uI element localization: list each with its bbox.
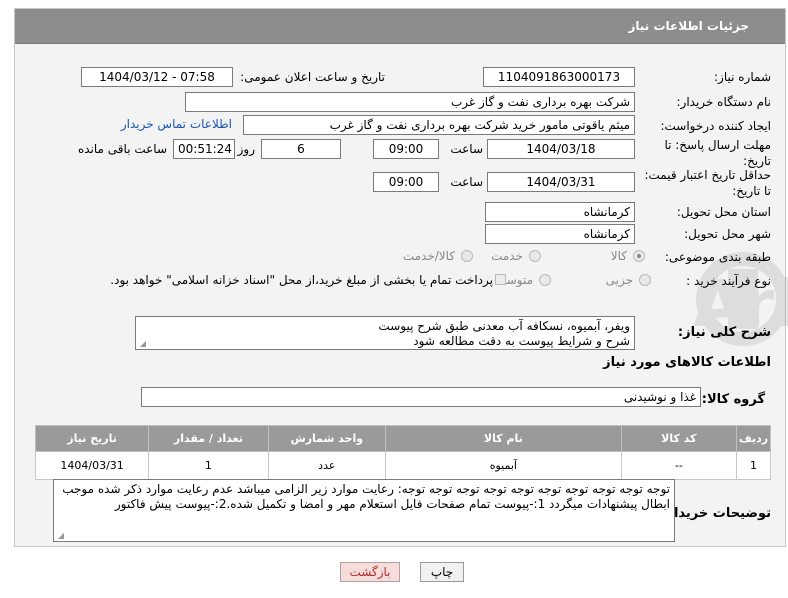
announce-datetime-field: 1404/03/12 - 07:58 (81, 67, 233, 87)
panel-title: جزئیات اطلاعات نیاز (628, 19, 749, 33)
cell-item-code: -- (620, 451, 737, 480)
goods-info-heading: اطلاعات کالاهای مورد نیاز (603, 355, 771, 370)
treasury-payment-checkbox[interactable] (495, 274, 506, 285)
need-number-label: شماره نیاز: (714, 70, 771, 84)
reply-time-label: ساعت (450, 142, 483, 156)
price-time-field: 09:00 (373, 172, 439, 192)
col-header-need-date: تاریخ نیاز (34, 425, 150, 452)
col-header-item-name: نام کالا (384, 425, 622, 452)
back-button[interactable]: بازگشت (340, 562, 400, 582)
buyer-notes-label: توضیحات خریدار: (661, 506, 771, 521)
buyer-notes-text: توجه توجه توجه توجه توجه توجه توجه توجه … (62, 482, 670, 511)
process-radio-minor[interactable] (639, 274, 651, 286)
goods-table-header-row: ردیف کد کالا نام کالا واحد شمارش تعداد /… (34, 425, 772, 452)
process-radio-medium[interactable] (539, 274, 551, 286)
goods-table: ردیف کد کالا نام کالا واحد شمارش تعداد /… (34, 425, 772, 480)
col-header-unit: واحد شمارش (267, 425, 386, 452)
reply-time-field: 09:00 (373, 139, 439, 159)
cell-unit: عدد (267, 451, 386, 480)
remaining-time-field: 00:51:24 (173, 139, 235, 159)
buyer-org-label: نام دستگاه خریدار: (676, 95, 772, 109)
requester-field: میثم یاقوتی مامور خرید شرکت بهره برداری … (243, 115, 635, 135)
resize-handle-icon[interactable]: ◢ (56, 532, 64, 540)
cell-need-date: 1404/03/31 (34, 451, 150, 480)
col-header-row-number: ردیف (735, 425, 772, 452)
category-option-goods: کالا (610, 249, 627, 263)
province-field: کرمانشاه (485, 202, 635, 222)
description-label: شرح کلی نیاز: (677, 325, 771, 340)
category-radio-service[interactable] (529, 250, 541, 262)
price-time-label: ساعت (450, 175, 483, 189)
requester-label: ایجاد کننده درخواست: (660, 119, 771, 133)
price-date-field: 1404/03/31 (487, 172, 635, 192)
print-button[interactable]: چاپ (420, 562, 464, 582)
need-details-panel: جزئیات اطلاعات نیاز AriaTender.neT شماره… (14, 8, 788, 547)
price-deadline-label-line1: حداقل تاریخ اعتبار قیمت: (644, 168, 771, 182)
col-header-quantity: تعداد / مقدار (148, 425, 269, 452)
category-radio-goods-service[interactable] (461, 250, 473, 262)
category-option-service: خدمت (491, 249, 523, 263)
price-deadline-label-line2: تا تاریخ: (732, 184, 771, 198)
cell-item-name: آبمیوه (384, 451, 622, 480)
table-row: 1 -- آبمیوه عدد 1 1404/03/31 (34, 451, 772, 480)
col-header-item-code: کد کالا (620, 425, 737, 452)
category-option-goods-service: کالا/خدمت (402, 249, 455, 263)
reply-deadline-label-line1: مهلت ارسال پاسخ: تا (664, 138, 771, 152)
need-number-field: 1104091863000173 (483, 67, 635, 87)
process-option-minor: جزیی (605, 273, 633, 287)
goods-group-label: گروه کالا: (701, 392, 765, 407)
buyer-notes-textarea[interactable]: توجه توجه توجه توجه توجه توجه توجه توجه … (53, 479, 675, 542)
days-remaining-field: 6 (261, 139, 341, 159)
description-textarea[interactable]: ویفر، آبمیوه، نسکافه آب معدنی طبق شرح پی… (135, 316, 635, 350)
cell-quantity: 1 (148, 451, 269, 480)
city-field: کرمانشاه (485, 224, 635, 244)
city-label: شهر محل تحویل: (684, 227, 771, 241)
reply-date-field: 1404/03/18 (487, 139, 635, 159)
category-label: طبقه بندی موضوعی: (664, 250, 771, 264)
category-radio-goods[interactable] (633, 250, 645, 262)
goods-group-field: غذا و نوشیدنی (141, 387, 701, 407)
resize-handle-icon[interactable]: ◢ (138, 340, 146, 348)
cell-row-number: 1 (735, 451, 772, 480)
province-label: استان محل تحویل: (676, 205, 771, 219)
buyer-contact-link[interactable]: اطلاعات تماس خریدار (121, 117, 232, 131)
buyer-org-field: شرکت بهره برداری نفت و گاز غرب (185, 92, 635, 112)
process-type-label: نوع فرآیند خرید : (686, 274, 771, 288)
description-text: ویفر، آبمیوه، نسکافه آب معدنی طبق شرح پی… (378, 319, 630, 348)
reply-deadline-label: مهلت ارسال پاسخ: تا تاریخ: (664, 137, 771, 169)
remaining-label: ساعت باقی مانده (77, 142, 167, 156)
announce-datetime-label: تاریخ و ساعت اعلان عمومی: (240, 70, 385, 84)
price-deadline-label: حداقل تاریخ اعتبار قیمت: تا تاریخ: (644, 167, 771, 199)
panel-header: جزئیات اطلاعات نیاز (15, 9, 785, 44)
treasury-payment-note: پرداخت تمام یا بخشی از مبلغ خرید،از محل … (110, 273, 493, 287)
